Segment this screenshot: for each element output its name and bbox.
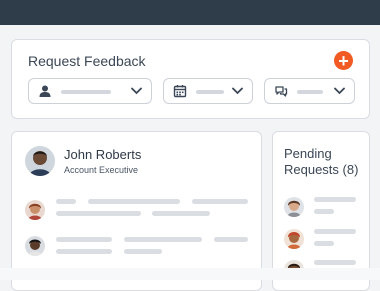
top-navigation-bar [0,0,380,25]
date-select-placeholder [196,90,224,94]
placeholder-bar [314,260,356,265]
placeholder-bar [88,199,180,204]
add-request-button[interactable]: + [334,51,353,70]
chevron-down-icon [232,87,243,95]
avatar [284,229,304,249]
feedback-type-placeholder [297,90,323,94]
placeholder-bar [314,209,334,214]
placeholder-bar [124,249,162,254]
placeholder-bar [214,237,248,242]
avatar [25,236,45,256]
avatar[interactable] [25,146,55,176]
placeholder-bar [56,199,76,204]
bottom-scroll-fade [0,268,380,280]
placeholder-bar [56,249,112,254]
person-select[interactable] [28,78,152,104]
person-role: Account Executive [64,165,139,175]
pending-title-line1: Pending [284,146,332,161]
avatar [25,200,45,220]
request-feedback-card: Request Feedback + [11,39,370,119]
placeholder-bar [124,237,202,242]
placeholder-bar [314,197,356,202]
placeholder-bar [152,211,210,216]
placeholder-bar [314,229,356,234]
request-feedback-title: Request Feedback [28,53,146,69]
person-icon [39,85,51,97]
pending-requests-card: Pending Requests (8) [272,131,370,291]
person-name: John Roberts [64,147,142,162]
person-select-placeholder [61,90,111,94]
placeholder-bar [56,237,112,242]
person-feedback-card: John Roberts Account Executive [11,131,262,291]
pending-title-line2: Requests (8) [284,162,359,177]
pending-requests-title: Pending Requests (8) [284,146,358,178]
feedback-type-select[interactable] [264,78,355,104]
chat-icon [275,86,288,97]
chevron-down-icon [334,87,345,95]
placeholder-bar [192,199,248,204]
plus-icon: + [338,50,349,71]
avatar [284,197,304,217]
date-select[interactable] [163,78,253,104]
placeholder-bar [314,241,334,246]
chevron-down-icon [131,87,142,95]
placeholder-bar [56,211,141,216]
calendar-icon [173,85,187,98]
